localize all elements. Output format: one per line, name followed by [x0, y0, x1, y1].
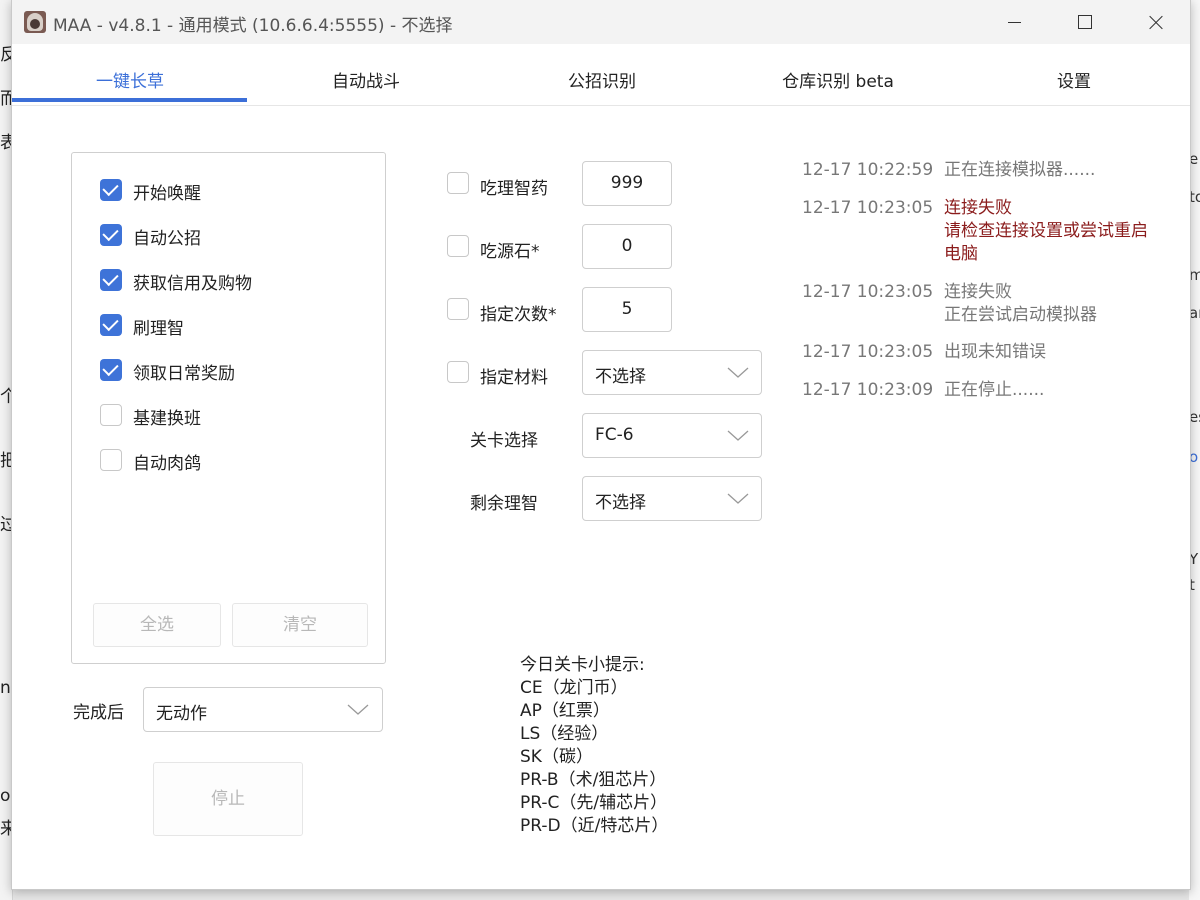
maa-window: MAA - v4.8.1 - 通用模式 (10.6.6.4:5555) - 不选…	[11, 0, 1191, 890]
title-bar[interactable]: MAA - v4.8.1 - 通用模式 (10.6.6.4:5555) - 不选…	[12, 0, 1190, 44]
task-label: 刷理智	[133, 319, 184, 339]
task-list-panel: 开始唤醒 自动公招 获取信用及购物 刷理智 领取日常奖励 基建换班 自动肉鸽 全…	[71, 152, 386, 664]
active-tab-indicator	[12, 98, 247, 102]
task-label: 自动公招	[133, 229, 201, 249]
tip-line: LS（经验）	[520, 724, 609, 744]
checkbox-unchecked-icon[interactable]	[100, 404, 122, 426]
chevron-down-icon	[727, 430, 749, 441]
close-button[interactable]	[1120, 0, 1190, 44]
log-timestamp: 12-17 10:23:09	[802, 380, 934, 400]
medicine-checkbox[interactable]	[447, 172, 469, 194]
chevron-down-icon	[727, 493, 749, 504]
task-label: 自动肉鸽	[133, 454, 201, 474]
remaining-sanity-dropdown[interactable]: 不选择	[582, 476, 762, 521]
task-label: 基建换班	[133, 409, 201, 429]
log-message: 连接失败 正在尝试启动模拟器	[944, 282, 1097, 325]
times-checkbox[interactable]	[447, 298, 469, 320]
tab-recruit-recognition[interactable]: 公招识别	[484, 44, 720, 105]
task-label: 开始唤醒	[133, 184, 201, 204]
stage-dropdown[interactable]: FC-6	[582, 413, 762, 458]
checkbox-checked-icon[interactable]	[100, 179, 122, 201]
dropdown-value: 不选择	[595, 493, 646, 513]
stone-count-input[interactable]: 0	[582, 224, 672, 269]
log-message: 正在连接模拟器......	[944, 160, 1096, 180]
stage-tips: 今日关卡小提示: CE（龙门币） AP（红票） LS（经验） SK（碳） PR-…	[520, 654, 668, 838]
remaining-sanity-label: 剩余理智	[470, 494, 538, 514]
tab-depot-recognition[interactable]: 仓库识别 beta	[720, 44, 956, 105]
tips-title: 今日关卡小提示:	[520, 655, 645, 675]
dropdown-value: 不选择	[595, 367, 646, 387]
minimize-button[interactable]	[979, 0, 1049, 44]
task-label: 领取日常奖励	[133, 364, 235, 384]
tab-settings[interactable]: 设置	[956, 44, 1192, 105]
chevron-down-icon	[727, 367, 749, 378]
task-label: 获取信用及购物	[133, 274, 252, 294]
checkbox-checked-icon[interactable]	[100, 224, 122, 246]
checkbox-unchecked-icon[interactable]	[100, 449, 122, 471]
times-count-input[interactable]: 5	[582, 287, 672, 332]
times-label: 指定次数*	[480, 305, 557, 325]
log-message: 出现未知错误	[944, 342, 1046, 362]
after-completion-dropdown[interactable]: 无动作	[143, 687, 383, 732]
stone-label: 吃源石*	[480, 242, 540, 262]
material-label: 指定材料	[480, 368, 548, 388]
tip-line: AP（红票）	[520, 701, 610, 721]
medicine-count-input[interactable]: 999	[582, 161, 672, 206]
chevron-down-icon	[347, 704, 369, 715]
checkbox-checked-icon[interactable]	[100, 314, 122, 336]
stop-button[interactable]: 停止	[153, 762, 303, 836]
minimize-icon	[1008, 22, 1021, 23]
tip-line: SK（碳）	[520, 747, 593, 767]
tip-line: PR-B（术/狙芯片）	[520, 770, 667, 790]
tab-auto-battle[interactable]: 自动战斗	[248, 44, 484, 105]
log-timestamp: 12-17 10:22:59	[802, 160, 934, 180]
tip-line: CE（龙门币）	[520, 678, 628, 698]
tip-line: PR-D（近/特芯片）	[520, 816, 669, 836]
checkbox-checked-icon[interactable]	[100, 269, 122, 291]
log-message: 连接失败 请检查连接设置或尝试重启电脑	[944, 198, 1148, 264]
dropdown-value: FC-6	[595, 425, 634, 445]
app-logo-icon	[24, 11, 46, 33]
stone-checkbox[interactable]	[447, 235, 469, 257]
material-checkbox[interactable]	[447, 361, 469, 383]
material-dropdown[interactable]: 不选择	[582, 350, 762, 395]
log-timestamp: 12-17 10:23:05	[802, 198, 934, 218]
maximize-icon	[1078, 15, 1092, 29]
log-timestamp: 12-17 10:23:05	[802, 342, 934, 362]
tab-bar: 一键长草 自动战斗 公招识别 仓库识别 beta 设置	[12, 44, 1190, 106]
stage-label: 关卡选择	[470, 431, 538, 451]
select-all-button[interactable]: 全选	[93, 603, 221, 647]
maximize-button[interactable]	[1049, 0, 1119, 44]
after-completion-label: 完成后	[73, 703, 124, 723]
log-timestamp: 12-17 10:23:05	[802, 282, 934, 302]
tip-line: PR-C（先/辅芯片）	[520, 793, 668, 813]
window-title: MAA - v4.8.1 - 通用模式 (10.6.6.4:5555) - 不选…	[53, 16, 453, 36]
clear-button[interactable]: 清空	[232, 603, 368, 647]
checkbox-checked-icon[interactable]	[100, 359, 122, 381]
tab-farming[interactable]: 一键长草	[12, 44, 248, 105]
dropdown-value: 无动作	[156, 704, 207, 724]
log-message: 正在停止......	[944, 380, 1045, 400]
medicine-label: 吃理智药	[480, 179, 548, 199]
